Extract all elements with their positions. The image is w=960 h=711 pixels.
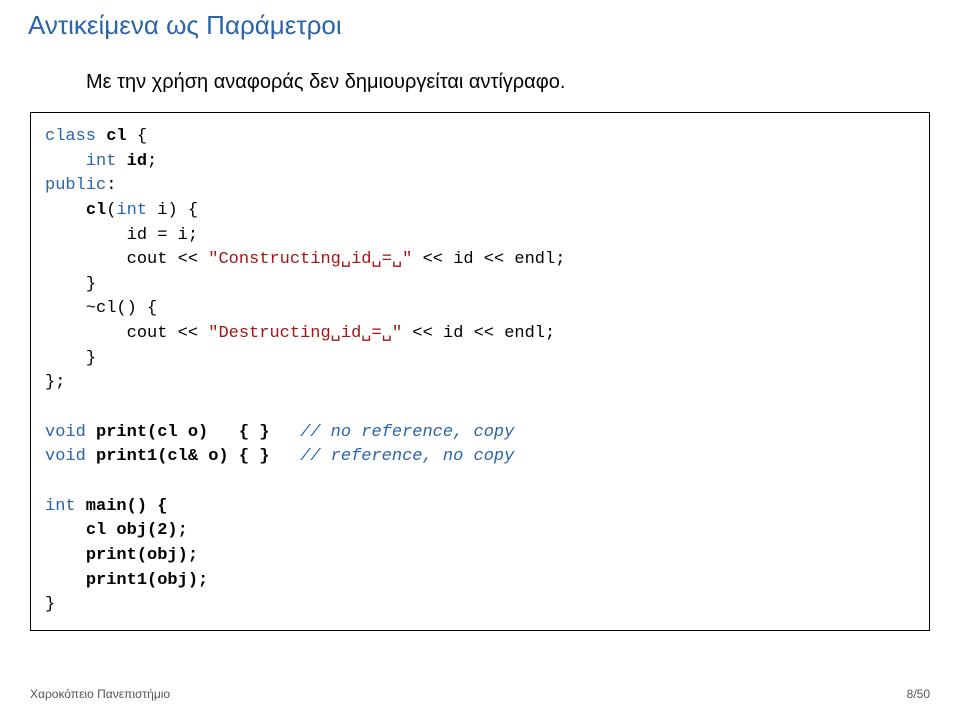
id-main: main() { [76,497,168,516]
t: cout << [127,324,209,343]
kw-int3: int [45,497,76,516]
t: } [86,349,96,368]
t [45,275,86,294]
t: }; [45,373,65,392]
t [45,250,127,269]
obj-decl: cl obj(2); [86,521,188,540]
kw-void: void [45,423,86,442]
id-id: id [116,152,147,171]
str-con: "Constructing␣id␣=␣" [208,250,412,269]
t [45,299,86,318]
str-des: "Destructing␣id␣=␣" [208,324,402,343]
kw-public: public [45,176,106,195]
footer-left: Χαροκόπειο Πανεπιστήμιο [30,687,170,701]
kw-int: int [86,152,117,171]
t [45,349,86,368]
t [45,152,86,171]
t: } [45,595,55,614]
id-print1: print1(cl& o) { } [86,447,300,466]
kw-int2: int [116,201,147,220]
t: } [86,275,96,294]
kw-void2: void [45,447,86,466]
footer-right: 8/50 [907,687,930,701]
id-print: print(cl o) { } [86,423,300,442]
slide-subtitle: Με την χρήση αναφοράς δεν δημιουργείται … [0,41,960,94]
kw-class: class [45,127,96,146]
t: : [106,176,116,195]
t [45,324,127,343]
id-cl: cl [106,127,126,146]
t: ) { [167,201,198,220]
t [45,201,86,220]
t [45,546,86,565]
t: id = i; [127,226,198,245]
id-ctor: cl [86,201,106,220]
call-print1: print1(obj); [86,571,208,590]
slide-title: Αντικείμενα ως Παράμετροι [0,0,960,41]
code-block: class cl { int id; public: cl(int i) { i… [30,112,930,631]
t: cout << [127,250,209,269]
t [45,571,86,590]
t: ~cl() { [86,299,157,318]
t: ( [106,201,116,220]
footer: Χαροκόπειο Πανεπιστήμιο 8/50 [30,687,930,701]
t: i [147,201,167,220]
t: ; [147,152,157,171]
t: << id << endl; [412,250,565,269]
cm-ref: // reference, no copy [300,447,514,466]
cm-noref: // no reference, copy [300,423,514,442]
call-print: print(obj); [86,546,198,565]
t: << id << endl; [402,324,555,343]
t [45,521,86,540]
t: { [127,127,147,146]
t [45,226,127,245]
